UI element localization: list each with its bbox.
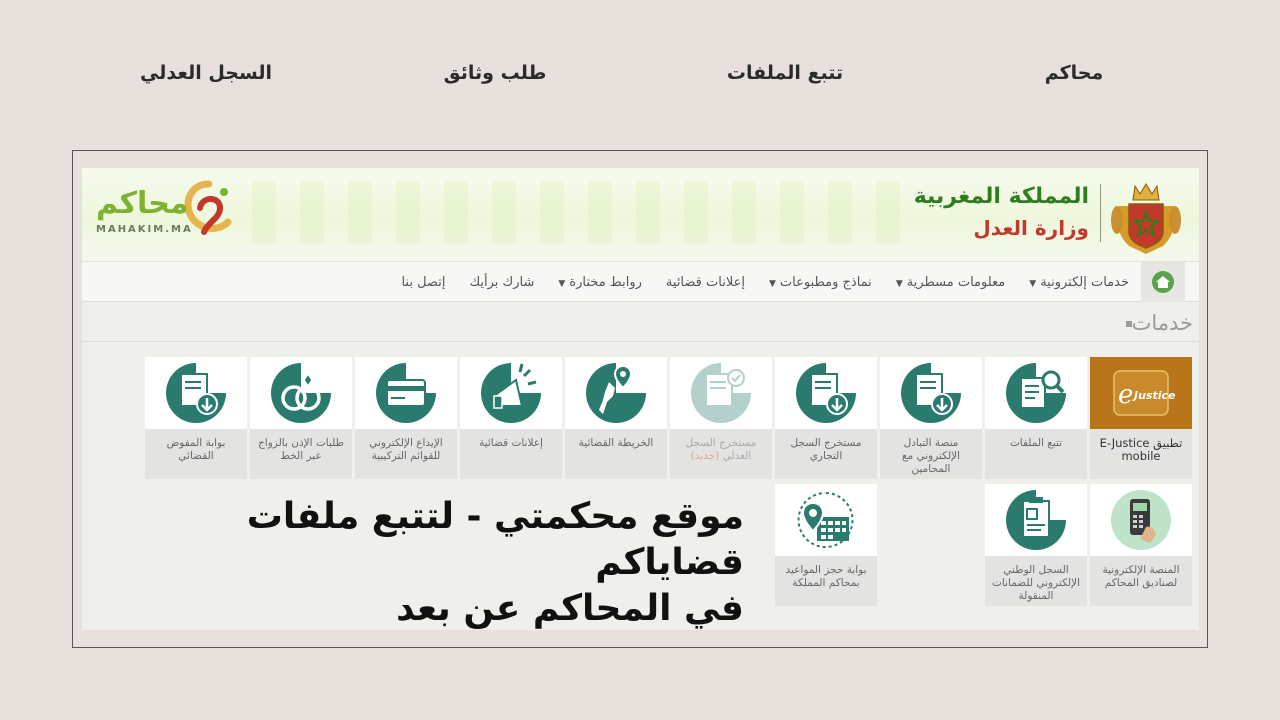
tile-icon-area	[1090, 484, 1192, 556]
menu-item-e-services[interactable]: خدمات إلكترونية▼	[1029, 275, 1129, 290]
ministry-title: وزارة العدل	[973, 216, 1089, 240]
menu-item-forms[interactable]: نماذج ومطبوعات▼	[769, 275, 872, 290]
tile-icon-area	[775, 357, 877, 429]
moroccan-crest-icon	[1111, 183, 1181, 254]
tile-icon-area: e Justice	[1090, 357, 1192, 429]
menu-item-links[interactable]: روابط مختارة▼	[558, 275, 642, 290]
header-divider	[1100, 184, 1101, 242]
menu-item-label: معلومات مسطرية	[906, 274, 1006, 290]
section-title: خدمات	[1120, 311, 1193, 335]
tile-track-files[interactable]: تتبع الملفات	[985, 357, 1087, 479]
main-menu: خدمات إلكترونية▼ معلومات مسطرية▼ نماذج و…	[82, 262, 1199, 302]
ejustice-app-icon: e Justice	[1113, 370, 1176, 416]
chevron-down-icon: ▼	[895, 278, 903, 289]
tile-marriage-permission[interactable]: طلبات الإذن بالزواج عبر الخط	[250, 357, 352, 479]
tile-court-funds-platform[interactable]: المنصة الإلكترونية لصناديق المحاكم	[1090, 484, 1192, 606]
menu-item-label: نماذج ومطبوعات	[779, 274, 872, 290]
tile-label: الإيداع الإلكتروني للقوائم التركيبية	[355, 429, 457, 479]
logo-latin: MAHAKIM.MA	[96, 224, 193, 235]
tile-icon-area	[355, 357, 457, 429]
headline-line-1: موقع محكمتي - لتتبع ملفات قضاياكم	[246, 496, 744, 583]
top-link-judicial-record[interactable]: السجل العدلي	[140, 62, 272, 84]
site-header: المملكة المغربية وزارة العدل محاكم MAHAK…	[82, 168, 1199, 262]
menu-item-procedural-info[interactable]: معلومات مسطرية▼	[896, 275, 1005, 290]
section-title-text: خدمات	[1131, 311, 1193, 335]
svg-text:e: e	[1118, 380, 1133, 410]
payment-terminal-icon	[1111, 490, 1171, 550]
calendar-pin-icon	[797, 492, 854, 548]
tile-label: تطبيق E-Justice mobile	[1090, 429, 1192, 479]
document-download-icon	[796, 363, 856, 423]
tile-icon-area	[145, 357, 247, 429]
map-icon	[586, 363, 646, 423]
chevron-down-icon: ▼	[1029, 278, 1037, 289]
tile-label: مستخرج السجل العدلي (جديد)	[670, 429, 772, 479]
clipboard-icon	[1006, 490, 1066, 550]
tile-label: بوابة حجز المواعيد بمحاكم المملكة	[775, 556, 877, 606]
top-link-request-documents[interactable]: طلب وثائق	[444, 62, 547, 84]
tile-electronic-filing[interactable]: الإيداع الإلكتروني للقوائم التركيبية	[355, 357, 457, 479]
tile-icon-area	[880, 357, 982, 429]
menu-item-label: خدمات إلكترونية	[1040, 274, 1129, 290]
tile-appointment-booking[interactable]: بوابة حجز المواعيد بمحاكم المملكة	[775, 484, 877, 606]
tile-lawyers-exchange[interactable]: منصة التبادل الإلكتروني مع المحامين	[880, 357, 982, 479]
header-pattern	[252, 182, 912, 244]
menu-item-announcements[interactable]: إعلانات قضائية	[666, 275, 745, 290]
tile-label: الخريطة القضائية	[565, 429, 667, 479]
tile-judicial-record-extract[interactable]: مستخرج السجل العدلي (جديد)	[670, 357, 772, 479]
new-badge: (جديد)	[690, 450, 720, 462]
headline-line-2: في المحاكم عن بعد	[396, 588, 744, 629]
home-icon	[1152, 271, 1174, 293]
tile-label: بوابة المفوض القضائي	[145, 429, 247, 479]
svg-text:Justice: Justice	[1132, 389, 1176, 402]
tile-label: السجل الوطني الإلكتروني للضمانات المنقول…	[985, 556, 1087, 606]
top-navigation: محاكم تتبع الملفات طلب وثائق السجل العدل…	[0, 62, 1280, 98]
menu-item-feedback[interactable]: شارك برأيك	[469, 275, 534, 290]
tile-icon-area	[985, 484, 1087, 556]
document-check-icon	[691, 363, 751, 423]
tile-ejustice-mobile[interactable]: e Justice تطبيق E-Justice mobile	[1090, 357, 1192, 479]
file-search-icon	[1006, 363, 1066, 423]
tile-icon-area	[250, 357, 352, 429]
tile-label: طلبات الإذن بالزواج عبر الخط	[250, 429, 352, 479]
document-download-icon	[166, 363, 226, 423]
headline-caption: موقع محكمتي - لتتبع ملفات قضاياكم في الم…	[112, 494, 744, 632]
tile-judicial-announcements[interactable]: إعلانات قضائية	[460, 357, 562, 479]
tile-icon-area	[670, 357, 772, 429]
document-download-icon	[901, 363, 961, 423]
tile-judicial-map[interactable]: الخريطة القضائية	[565, 357, 667, 479]
section-divider	[82, 341, 1199, 342]
chevron-down-icon: ▼	[768, 278, 776, 289]
menu-item-contact[interactable]: إتصل بنا	[401, 275, 445, 290]
megaphone-icon	[481, 363, 541, 423]
tile-icon-area	[565, 357, 667, 429]
tile-bailiff-portal[interactable]: بوابة المفوض القضائي	[145, 357, 247, 479]
tile-commercial-register[interactable]: مستخرج السجل التجاري	[775, 357, 877, 479]
kingdom-title: المملكة المغربية	[913, 184, 1089, 209]
rings-icon	[271, 363, 331, 423]
top-link-courts[interactable]: محاكم	[1045, 62, 1104, 84]
card-icon	[376, 363, 436, 423]
tile-icon-area	[985, 357, 1087, 429]
tile-label: المنصة الإلكترونية لصناديق المحاكم	[1090, 556, 1192, 606]
tile-label: منصة التبادل الإلكتروني مع المحامين	[880, 429, 982, 479]
chevron-down-icon: ▼	[558, 278, 566, 289]
tile-label: مستخرج السجل التجاري	[775, 429, 877, 479]
menu-item-label: روابط مختارة	[569, 274, 642, 290]
tile-movable-securities-register[interactable]: السجل الوطني الإلكتروني للضمانات المنقول…	[985, 484, 1087, 606]
home-button[interactable]	[1141, 262, 1185, 302]
tile-icon-area	[460, 357, 562, 429]
tile-label: إعلانات قضائية	[460, 429, 562, 479]
top-link-track-files[interactable]: تتبع الملفات	[727, 62, 843, 84]
menu-items: خدمات إلكترونية▼ معلومات مسطرية▼ نماذج و…	[401, 262, 1129, 302]
tile-label: تتبع الملفات	[985, 429, 1087, 479]
logo-wordmark: محاكم	[96, 186, 189, 221]
tile-icon-area	[775, 484, 877, 556]
